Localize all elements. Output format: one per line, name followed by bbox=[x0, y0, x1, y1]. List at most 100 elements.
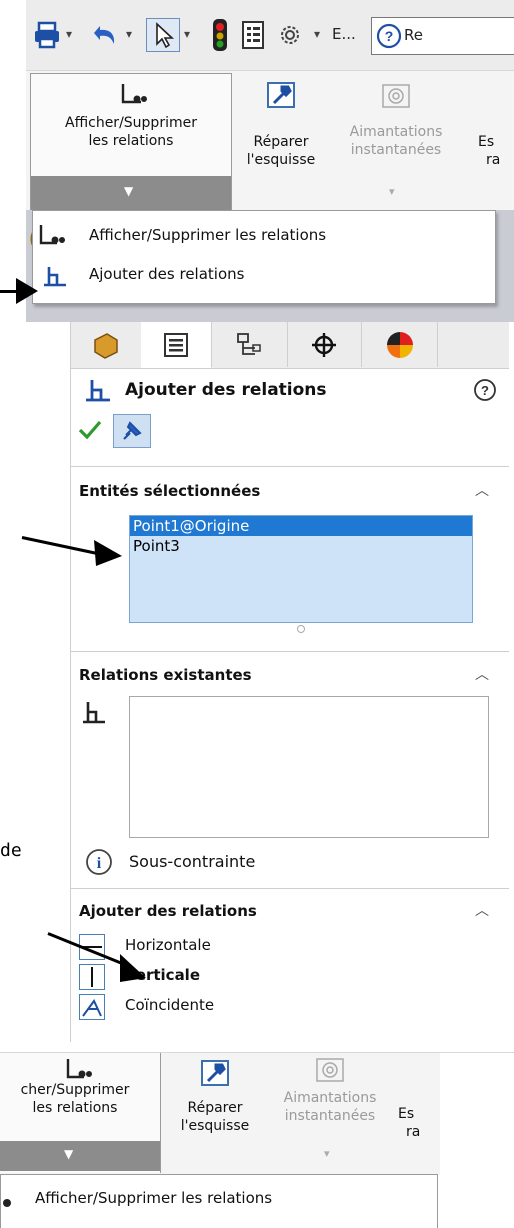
tab-property-manager[interactable] bbox=[141, 322, 212, 368]
repair-button-label-1: Réparer bbox=[187, 1100, 243, 1116]
cut-button-label-2: ra bbox=[486, 152, 501, 168]
constraint-status: Sous-contrainte bbox=[129, 852, 256, 871]
quick-access-toolbar: ▾ ▾ ▾ ▾ E... ? Re bbox=[26, 0, 514, 70]
menu-item-display-relations[interactable]: Afficher/Supprimer les relations bbox=[89, 226, 326, 244]
snaps-button-label-1: Aimantations bbox=[283, 1090, 377, 1106]
panel-title: Ajouter des relations bbox=[125, 380, 327, 400]
collapse-chevron-icon[interactable]: ︿ bbox=[475, 900, 489, 920]
property-manager: Ajouter des relations ? Entités sélectio… bbox=[70, 322, 509, 1042]
list-item[interactable]: Point1@Origine bbox=[130, 516, 472, 536]
rebuild-traffic-light-icon[interactable] bbox=[210, 18, 230, 52]
chevron-down-icon[interactable]: ▾ bbox=[184, 27, 190, 41]
relations-glasses-icon bbox=[3, 1199, 11, 1207]
cut-button-label-2: ra bbox=[406, 1124, 421, 1140]
existing-relations-list[interactable] bbox=[129, 696, 489, 838]
chevron-down-icon: ▾ bbox=[389, 185, 395, 198]
chevron-down-icon: ▼ bbox=[124, 184, 134, 198]
repair-sketch-button-bottom[interactable]: Réparer l'esquisse bbox=[170, 1053, 260, 1163]
relations-dropdown-toggle[interactable]: ▼ bbox=[31, 176, 231, 210]
sketch-ribbon: Afficher/Supprimer les relations ▼ Répar… bbox=[26, 70, 514, 211]
relations-glasses-icon bbox=[121, 84, 147, 104]
list-item[interactable]: Point3 bbox=[130, 536, 472, 556]
ok-checkmark-icon[interactable] bbox=[77, 418, 103, 442]
cursor-arrow-icon bbox=[156, 22, 175, 49]
quick-snaps-button-bottom: Aimantations instantanées ▾ bbox=[270, 1053, 390, 1171]
relation-type-icon bbox=[83, 702, 105, 724]
info-icon: i bbox=[86, 849, 112, 875]
configuration-icon bbox=[237, 333, 261, 355]
repair-sketch-button[interactable]: Réparer l'esquisse bbox=[236, 73, 326, 193]
relations-glasses-icon bbox=[66, 1059, 92, 1079]
repair-button-label-2: l'esquisse bbox=[180, 1118, 250, 1134]
tab-feature-manager[interactable] bbox=[71, 322, 142, 367]
collapse-chevron-icon[interactable]: ︿ bbox=[475, 480, 489, 500]
cut-button-label-1: Es bbox=[478, 134, 495, 150]
selected-entities-title: Entités sélectionnées bbox=[79, 482, 261, 500]
chevron-down-icon: ▾ bbox=[324, 1147, 330, 1160]
repair-button-label-2: l'esquisse bbox=[246, 152, 316, 168]
print-icon[interactable] bbox=[32, 20, 62, 50]
relation-coincident[interactable]: Coïncidente bbox=[125, 996, 214, 1014]
add-relations-title: Ajouter des relations bbox=[79, 902, 257, 920]
select-tool-button[interactable] bbox=[146, 18, 180, 52]
keep-visible-pin-button[interactable] bbox=[113, 414, 151, 448]
add-relation-icon bbox=[86, 380, 110, 402]
tab-display-manager[interactable] bbox=[361, 322, 438, 367]
annotation-text-fragment: de bbox=[0, 840, 22, 861]
appearance-ball-icon bbox=[387, 332, 413, 358]
help-search-label: Re bbox=[404, 26, 423, 44]
display-delete-relations-button[interactable]: Afficher/Supprimer les relations ▼ bbox=[30, 73, 232, 211]
help-icon[interactable]: ? bbox=[473, 378, 497, 402]
add-relation-icon bbox=[44, 267, 66, 287]
menu-item-display-relations[interactable]: Afficher/Supprimer les relations bbox=[35, 1189, 272, 1207]
snaps-button-label-1: Aimantations bbox=[349, 124, 443, 140]
arrowhead-icon bbox=[16, 278, 38, 304]
arrowhead-icon bbox=[94, 540, 122, 566]
existing-relations-title: Relations existantes bbox=[79, 666, 252, 684]
property-list-icon bbox=[164, 333, 188, 357]
svg-text:?: ? bbox=[385, 28, 394, 44]
tab-dimxpert-manager[interactable] bbox=[287, 322, 362, 367]
relations-button-label-1: Afficher/Supprimer bbox=[65, 115, 197, 131]
pin-icon bbox=[123, 421, 142, 440]
relations-dropdown-menu-bottom: Afficher/Supprimer les relations bbox=[0, 1174, 438, 1228]
undo-icon[interactable] bbox=[88, 20, 120, 50]
chevron-down-icon[interactable]: ▾ bbox=[126, 27, 132, 41]
list-resize-handle[interactable] bbox=[297, 625, 305, 633]
tab-configuration-manager[interactable] bbox=[211, 322, 288, 367]
sketch-ribbon-bottom: cher/Supprimer les relations ▼ Réparer l… bbox=[0, 1052, 514, 1175]
svg-text:?: ? bbox=[481, 383, 489, 398]
chevron-down-icon[interactable]: ▾ bbox=[66, 27, 72, 41]
menu-item-add-relations[interactable]: Ajouter des relations bbox=[89, 265, 244, 283]
cut-button-label-1: Es bbox=[398, 1106, 415, 1122]
snap-target-icon bbox=[382, 84, 410, 108]
vertical-relation-icon[interactable] bbox=[79, 964, 105, 990]
snaps-button-label-2: instantanées bbox=[350, 142, 442, 158]
quick-snaps-button: Aimantations instantanées ▾ bbox=[331, 73, 461, 203]
relations-button-label-2: les relations bbox=[32, 1100, 118, 1116]
relations-button-label-2: les relations bbox=[88, 133, 174, 149]
relations-dropdown-menu: Afficher/Supprimer les relations Ajouter… bbox=[32, 210, 496, 304]
svg-text:i: i bbox=[97, 855, 102, 872]
relation-horizontal[interactable]: Horizontale bbox=[125, 936, 211, 954]
relations-glasses-icon bbox=[39, 225, 65, 245]
coincident-relation-icon[interactable] bbox=[79, 994, 105, 1020]
chevron-down-icon: ▼ bbox=[64, 1147, 74, 1161]
repair-button-label-1: Réparer bbox=[253, 134, 309, 150]
repair-wrench-icon bbox=[201, 1060, 229, 1086]
manager-tabs bbox=[71, 322, 509, 369]
blank-area bbox=[440, 1053, 514, 1175]
chevron-down-icon[interactable]: ▾ bbox=[314, 27, 320, 41]
collapse-chevron-icon[interactable]: ︿ bbox=[475, 664, 489, 684]
relations-dropdown-toggle[interactable]: ▼ bbox=[0, 1141, 160, 1171]
display-delete-relations-button-bottom[interactable]: cher/Supprimer les relations ▼ bbox=[0, 1053, 161, 1173]
repair-wrench-icon bbox=[267, 82, 295, 108]
help-search-box[interactable]: ? Re bbox=[371, 17, 514, 55]
overflow-menu[interactable]: E... bbox=[332, 25, 356, 43]
feature-tree-icon bbox=[94, 333, 118, 359]
file-properties-icon[interactable] bbox=[240, 20, 266, 50]
selected-entities-list[interactable]: Point1@Origine Point3 bbox=[129, 515, 473, 623]
gear-icon[interactable] bbox=[276, 21, 304, 49]
snaps-button-label-2: instantanées bbox=[284, 1108, 376, 1124]
arrowhead-icon bbox=[120, 954, 146, 982]
